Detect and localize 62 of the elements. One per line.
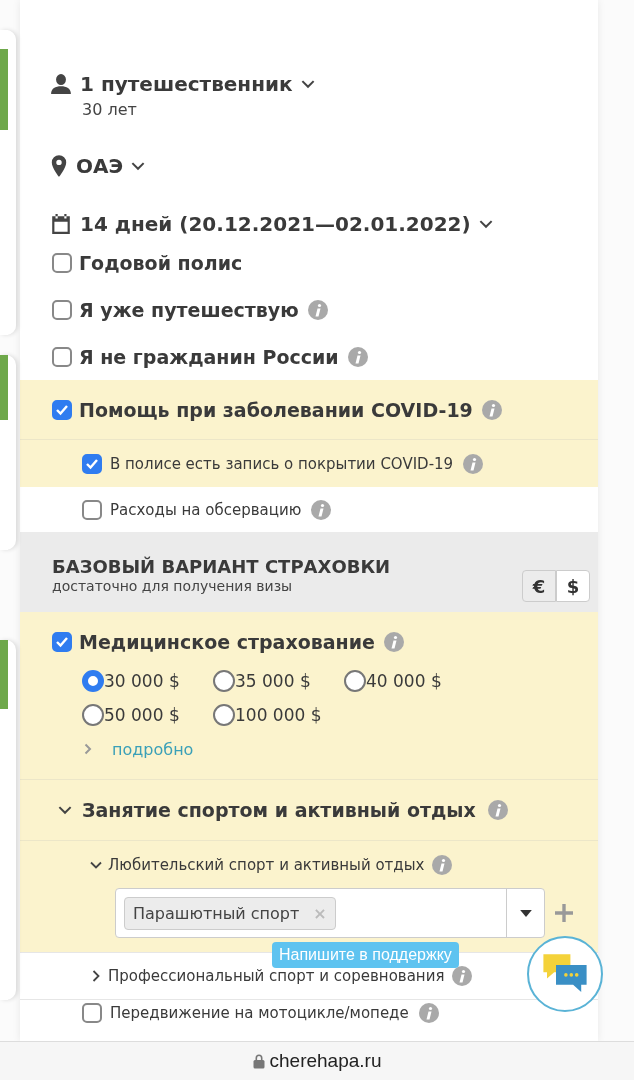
currency-button[interactable]: € (522, 570, 556, 602)
option-label: Расходы на обсервацию (110, 500, 302, 519)
currency-button[interactable]: $ (556, 570, 590, 602)
option-label: В полисе есть запись о покрытии COVID-19 (110, 454, 454, 473)
subsection-label: Профессиональный спорт и соревнования (108, 967, 445, 985)
info-icon[interactable] (481, 399, 502, 420)
info-icon[interactable] (347, 346, 368, 367)
option-label: Я не гражданин России (79, 345, 339, 368)
radio-button[interactable] (213, 670, 235, 692)
chevron-down-icon[interactable] (58, 805, 72, 815)
dates-dropdown[interactable]: 14 дней (20.12.2021—02.01.2022) (80, 212, 493, 236)
chevron-down-icon (300, 79, 315, 89)
chevron-right-icon (84, 743, 92, 755)
option-label: Медицинское страхование (79, 631, 375, 653)
info-icon[interactable] (463, 453, 484, 474)
chevron-down-icon (478, 219, 493, 229)
amount-label: 100 000 $ (235, 705, 322, 725)
checkbox[interactable] (82, 499, 102, 520)
tag-label: Парашютный спорт (133, 903, 300, 923)
amount-label: 50 000 $ (104, 705, 180, 725)
radio-button[interactable] (82, 704, 104, 726)
checkbox[interactable] (52, 346, 72, 367)
radio-button[interactable] (82, 670, 104, 692)
checkbox[interactable] (82, 453, 102, 474)
plus-icon[interactable] (555, 904, 573, 922)
lock-icon (252, 1053, 265, 1069)
section-label: Занятие спортом и активный отдых (82, 799, 476, 821)
amount-label: 35 000 $ (235, 671, 311, 691)
info-icon[interactable] (383, 632, 404, 652)
option-label: Помощь при заболевании COVID-19 (79, 398, 473, 421)
info-icon[interactable] (432, 854, 453, 875)
radio-button[interactable] (344, 670, 366, 692)
chevron-down-icon (131, 161, 146, 171)
checkbox[interactable] (52, 299, 72, 320)
checkbox[interactable] (52, 632, 72, 652)
section-subtitle: достаточно для получения визы (52, 578, 294, 594)
travelers-dropdown[interactable]: 1 путешественник (80, 72, 315, 96)
info-icon[interactable] (307, 299, 328, 320)
subsection-label: Любительский спорт и активный отдых (108, 855, 425, 874)
option-label: Я уже путешествую (79, 298, 299, 321)
sport-select[interactable]: Парашютный спорт × (115, 888, 545, 938)
checkbox[interactable] (52, 399, 72, 420)
checkbox[interactable] (82, 1003, 102, 1023)
checkbox[interactable] (52, 252, 72, 273)
info-icon[interactable] (311, 499, 332, 520)
option-label: Годовой полис (79, 251, 243, 274)
amount-label: 40 000 $ (366, 671, 442, 691)
info-icon[interactable] (452, 966, 473, 986)
option-label: Передвижение на мотоцикле/мопеде (110, 1004, 409, 1022)
radio-button[interactable] (213, 704, 235, 726)
age-text: 30 лет (81, 99, 138, 121)
country-dropdown[interactable]: ОАЭ (76, 154, 146, 178)
amount-label: 30 000 $ (104, 671, 180, 691)
calendar-icon (50, 213, 72, 235)
person-icon (50, 73, 72, 95)
section-title: БАЗОВЫЙ ВАРИАНТ СТРАХОВКИ (52, 556, 391, 578)
location-pin-icon (50, 154, 68, 178)
address-bar[interactable]: cherehapa.ru (0, 1041, 634, 1080)
info-icon[interactable] (487, 800, 508, 820)
chevron-right-icon[interactable] (90, 970, 102, 982)
url-text: cherehapa.ru (269, 1050, 382, 1072)
info-icon[interactable] (418, 1003, 439, 1023)
